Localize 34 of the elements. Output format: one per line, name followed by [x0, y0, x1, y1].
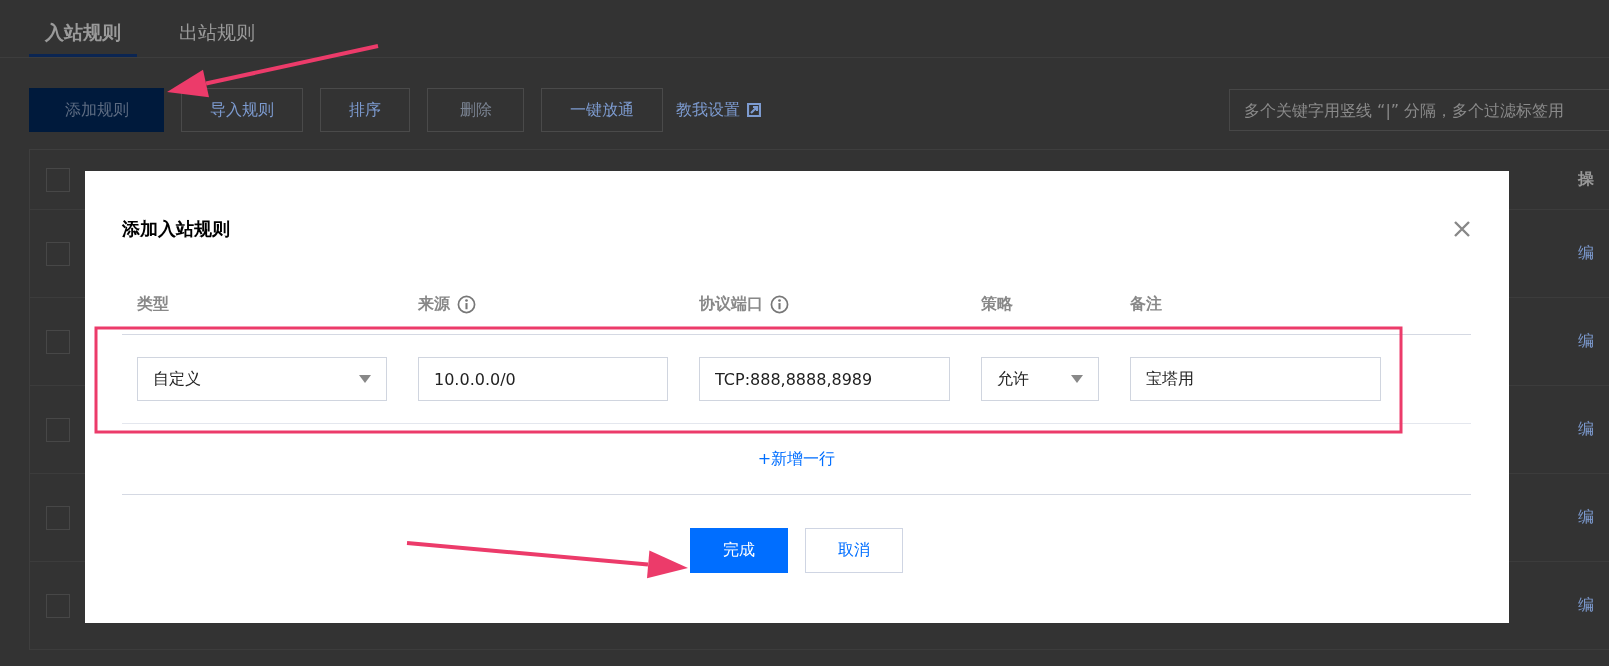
column-header: 协议端口 [699, 294, 763, 315]
toolbar-button[interactable]: 一键放通 [541, 88, 663, 132]
edit-link[interactable]: 编 [1578, 419, 1609, 440]
input-field[interactable]: 宝塔用 [1130, 357, 1381, 401]
search-field[interactable]: 多个关键字用竖线 “|” 分隔，多个过滤标签用 [1229, 89, 1609, 131]
edit-link[interactable]: 编 [1578, 595, 1609, 616]
input-field[interactable]: 10.0.0.0/0 [418, 357, 668, 401]
info-icon[interactable] [770, 295, 789, 314]
column-header: 来源 [418, 294, 450, 315]
info-icon[interactable] [457, 295, 476, 314]
column-header: 备注 [1130, 294, 1162, 315]
column-header: 类型 [137, 294, 169, 315]
external-link-icon [747, 103, 761, 117]
column-header: 操 [1578, 169, 1595, 190]
caret-icon [359, 375, 371, 383]
toolbar-button[interactable]: 排序 [320, 88, 410, 132]
add-rule-button[interactable]: 添加规则 [29, 88, 164, 132]
caret-icon [1071, 375, 1083, 383]
done-button[interactable]: 完成 [690, 528, 788, 573]
dialog-title: 添加入站规则 [122, 216, 230, 241]
add-row-link[interactable]: +新增一行 [757, 448, 836, 470]
toolbar-button[interactable]: 导入规则 [181, 88, 303, 132]
help-link[interactable]: 教我设置 [676, 99, 740, 121]
close-icon[interactable] [1453, 219, 1471, 238]
edit-link[interactable]: 编 [1578, 507, 1609, 528]
cancel-button[interactable]: 取消 [805, 528, 903, 573]
select-field[interactable]: 允许 [981, 357, 1099, 401]
edit-link[interactable]: 编 [1578, 243, 1609, 264]
select-field[interactable]: 自定义 [137, 357, 387, 401]
edit-link[interactable]: 编 [1578, 331, 1609, 352]
input-field[interactable]: TCP:888,8888,8989 [699, 357, 950, 401]
tab[interactable]: 入站规则 [29, 20, 137, 57]
tab[interactable]: 出站规则 [163, 20, 271, 57]
column-header: 策略 [981, 294, 1013, 315]
